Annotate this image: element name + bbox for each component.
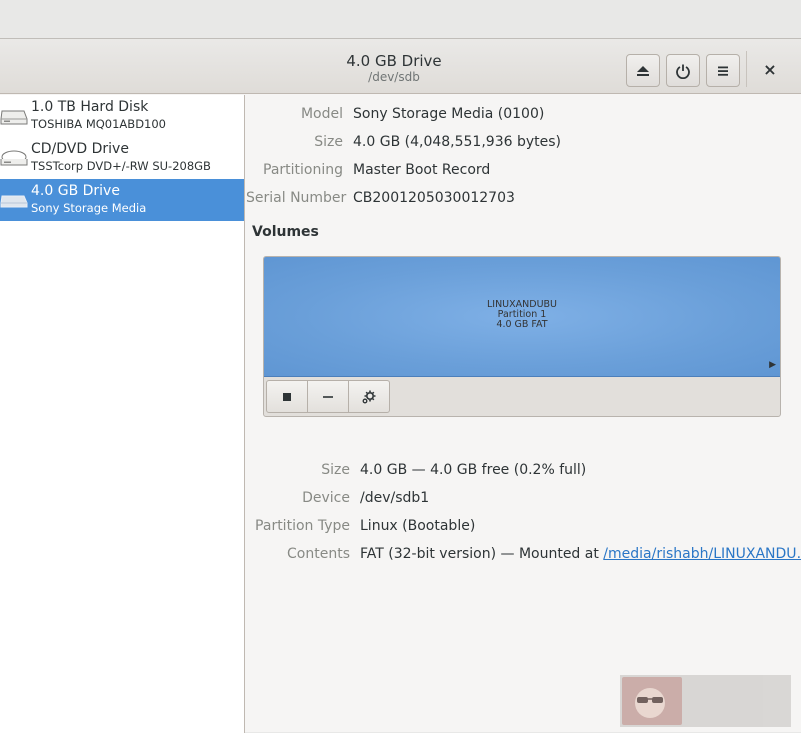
size-label: Size — [314, 134, 343, 150]
device-label: Device — [302, 490, 350, 506]
drive-detail: Sony Storage Media — [31, 201, 147, 215]
drive-name: CD/DVD Drive — [31, 141, 129, 157]
close-icon: × — [763, 59, 777, 79]
size-value: 4.0 GB (4,048,551,936 bytes) — [353, 134, 561, 150]
partition-options-button[interactable] — [348, 380, 390, 413]
optical-drive-icon — [0, 150, 28, 166]
window-subtitle: /dev/sdb — [368, 70, 420, 84]
watermark-overlay — [620, 675, 791, 727]
model-label: Model — [300, 106, 343, 122]
drive-name: 4.0 GB Drive — [31, 183, 120, 199]
partition-block[interactable]: LINUXANDUBU Partition 1 4.0 GB FAT ▶ — [264, 257, 780, 377]
volume-size-label: Size — [321, 462, 350, 478]
usb-drive-icon — [0, 195, 28, 208]
hamburger-menu-icon — [718, 66, 728, 76]
volume-map: LINUXANDUBU Partition 1 4.0 GB FAT ▶ — [263, 256, 781, 417]
partitioning-value: Master Boot Record — [353, 162, 491, 178]
partition-info: LINUXANDUBU Partition 1 4.0 GB FAT — [264, 300, 780, 330]
window-title: 4.0 GB Drive — [346, 52, 442, 70]
volume-toolbar — [266, 380, 390, 414]
serial-number-value: CB2001205030012703 — [353, 190, 515, 206]
volumes-heading: Volumes — [252, 224, 319, 240]
drive-detail: TOSHIBA MQ01ABD100 — [31, 117, 166, 131]
disks-window: 4.0 GB Drive /dev/sdb × 1.0 TB Hard Disk… — [0, 38, 801, 733]
eject-icon — [637, 65, 649, 76]
close-button[interactable]: × — [756, 54, 784, 84]
contents-text: FAT (32-bit version) — Mounted at — [360, 546, 604, 562]
title-block: 4.0 GB Drive /dev/sdb — [294, 52, 494, 85]
unmount-button[interactable] — [266, 380, 308, 413]
partition-arrow-icon: ▶ — [769, 360, 776, 370]
drive-name: 1.0 TB Hard Disk — [31, 99, 149, 115]
drive-menu-button[interactable] — [706, 54, 740, 87]
delete-partition-button[interactable] — [307, 380, 349, 413]
partitioning-label: Partitioning — [263, 162, 343, 178]
drive-list-sidebar: 1.0 TB Hard Disk TOSHIBA MQ01ABD100 CD/D… — [0, 95, 245, 733]
model-value: Sony Storage Media (0100) — [353, 106, 545, 122]
partition-type-value: Linux (Bootable) — [360, 518, 476, 534]
power-off-button[interactable] — [666, 54, 700, 87]
serial-number-label: Serial Number — [246, 190, 347, 206]
stop-icon — [283, 392, 291, 401]
header-separator — [746, 51, 747, 87]
volume-size-value: 4.0 GB — 4.0 GB free (0.2% full) — [360, 462, 587, 478]
watermark-logo — [622, 677, 682, 725]
partition-desc: 4.0 GB FAT — [496, 319, 548, 330]
desktop-background — [0, 0, 801, 38]
drive-details-panel: Model Sony Storage Media (0100) Size 4.0… — [246, 95, 801, 733]
eject-button[interactable] — [626, 54, 660, 87]
mount-point-link[interactable]: /media/rishabh/LINUXANDU… — [603, 546, 801, 562]
hard-disk-icon — [0, 110, 28, 125]
drive-detail: TSSTcorp DVD+/-RW SU-208GB — [31, 159, 211, 173]
sidebar-item-optical-drive[interactable]: CD/DVD Drive TSSTcorp DVD+/-RW SU-208GB — [0, 137, 244, 179]
header-bar: 4.0 GB Drive /dev/sdb × — [0, 39, 801, 94]
gears-icon — [362, 390, 376, 403]
device-value: /dev/sdb1 — [360, 490, 430, 506]
minus-icon — [323, 395, 333, 398]
contents-value: FAT (32-bit version) — Mounted at /media… — [360, 545, 801, 563]
contents-label: Contents — [287, 546, 350, 562]
sidebar-item-usb-drive[interactable]: 4.0 GB Drive Sony Storage Media — [0, 179, 244, 221]
power-icon — [676, 64, 690, 79]
partition-type-label: Partition Type — [255, 518, 350, 534]
sidebar-item-hard-disk[interactable]: 1.0 TB Hard Disk TOSHIBA MQ01ABD100 — [0, 95, 244, 137]
